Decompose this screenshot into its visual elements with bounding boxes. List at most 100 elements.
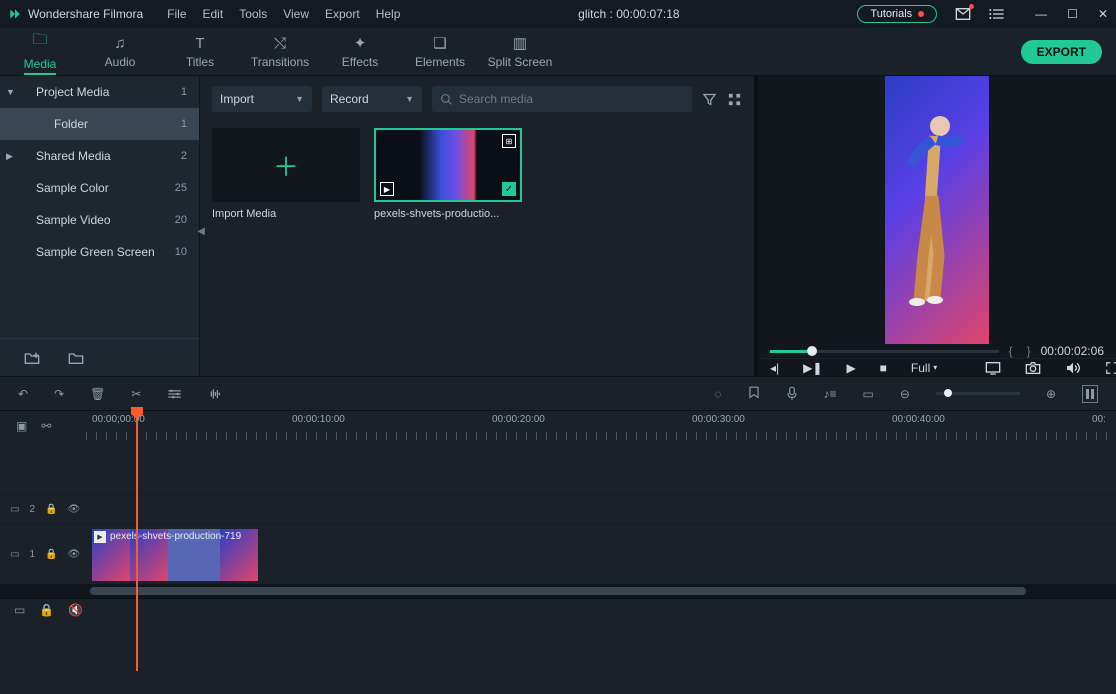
- tree-folder[interactable]: Folder1: [0, 108, 199, 140]
- play-pause-icon[interactable]: ▶❚: [803, 361, 822, 375]
- folder-icon: 🗀: [32, 29, 47, 54]
- tree-sample-color[interactable]: Sample Color25: [0, 172, 199, 204]
- fullscreen-icon[interactable]: [1105, 361, 1116, 375]
- waveform-icon[interactable]: [208, 387, 224, 401]
- step-back-icon[interactable]: ◂|: [770, 361, 779, 375]
- render-icon[interactable]: ◌: [714, 387, 721, 401]
- import-media-tile[interactable]: ＋ Import Media: [212, 128, 360, 220]
- tree-shared-media[interactable]: ▶Shared Media2: [0, 140, 199, 172]
- filmora-logo-icon: [8, 7, 22, 21]
- chevron-down-icon: ▼: [295, 94, 304, 104]
- quality-dropdown[interactable]: Full ▾: [911, 361, 937, 375]
- zoom-slider[interactable]: [936, 392, 1020, 395]
- zoom-in-icon[interactable]: ⊕: [1046, 387, 1056, 401]
- tab-audio[interactable]: ♫Audio: [80, 28, 160, 75]
- voiceover-icon[interactable]: [786, 386, 798, 401]
- mark-in-icon[interactable]: {: [1009, 344, 1013, 358]
- track-video-2[interactable]: ▭2🔒👁: [0, 494, 1116, 524]
- clip-expand-icon: ▶: [380, 182, 394, 196]
- menu-tools[interactable]: Tools: [239, 7, 267, 21]
- import-dropdown[interactable]: Import▼: [212, 86, 312, 112]
- link-icon[interactable]: ⚯: [41, 419, 51, 433]
- grid-view-icon[interactable]: [727, 92, 742, 107]
- cut-icon[interactable]: ✂: [131, 387, 141, 401]
- preview-scrubber[interactable]: [770, 350, 999, 353]
- text-icon: T: [195, 35, 204, 52]
- tab-effects[interactable]: ✦Effects: [320, 28, 400, 75]
- track-link-icon[interactable]: ▭: [14, 603, 25, 617]
- preview-timecode: 00:00:02:06: [1041, 344, 1104, 358]
- mute-icon[interactable]: 🔇: [68, 603, 83, 617]
- visibility-icon[interactable]: 👁: [67, 504, 80, 515]
- messages-icon[interactable]: [955, 7, 971, 21]
- chevron-down-icon: ▼: [405, 94, 414, 104]
- effects-icon: ✦: [354, 34, 367, 52]
- lock-icon[interactable]: 🔒: [39, 603, 54, 617]
- delete-icon[interactable]: 🗑: [90, 387, 105, 401]
- filter-icon[interactable]: [702, 92, 717, 107]
- tab-media[interactable]: 🗀Media: [0, 28, 80, 75]
- menu-file[interactable]: File: [167, 7, 186, 21]
- media-clip-tile[interactable]: ⊞ ▶ ✓ pexels-shvets-productio...: [374, 128, 522, 220]
- minimize-icon[interactable]: —: [1035, 7, 1047, 21]
- undo-icon[interactable]: ↶: [18, 387, 28, 401]
- redo-icon[interactable]: ↷: [54, 387, 64, 401]
- search-input[interactable]: [459, 92, 684, 106]
- visibility-icon[interactable]: 👁: [67, 549, 80, 560]
- clip-type-icon: ⊞: [502, 134, 516, 148]
- adjust-icon[interactable]: [167, 387, 182, 401]
- zoom-out-icon[interactable]: ⊖: [900, 387, 910, 401]
- search-input-wrap[interactable]: [432, 86, 692, 112]
- tab-titles[interactable]: TTitles: [160, 28, 240, 75]
- tree-sample-green[interactable]: Sample Green Screen10: [0, 236, 199, 268]
- timeline-pause-icon[interactable]: [1082, 385, 1098, 403]
- folder-icon[interactable]: [68, 351, 84, 365]
- app-title: Wondershare Filmora: [28, 7, 143, 21]
- track-link-icon[interactable]: ▭: [10, 549, 19, 560]
- music-icon: ♫: [114, 35, 125, 52]
- bottom-strip: ▭ 🔒 🔇: [0, 598, 1116, 620]
- track-link-icon[interactable]: ▭: [10, 504, 19, 515]
- timeline-toolbar: ↶ ↷ 🗑 ✂ ◌ ♪≡ ▭ ⊖ ⊕: [0, 376, 1116, 410]
- export-button[interactable]: EXPORT: [1021, 40, 1102, 64]
- crop-icon[interactable]: ▭: [863, 387, 874, 401]
- record-dropdown[interactable]: Record▼: [322, 86, 422, 112]
- timeline-options-icon[interactable]: ▣: [16, 419, 27, 433]
- task-list-icon[interactable]: [989, 7, 1005, 21]
- panel-collapse-icon[interactable]: ◀: [197, 226, 205, 237]
- menu-help[interactable]: Help: [376, 7, 401, 21]
- project-title: glitch : 00:00:07:18: [414, 7, 843, 21]
- maximize-icon[interactable]: ☐: [1067, 7, 1078, 21]
- display-icon[interactable]: [985, 361, 1001, 375]
- timeline-ruler-row: ▣ ⚯ 00:00;00:00 00:00:10:00 00:00:20:00 …: [0, 410, 1116, 440]
- tab-transitions[interactable]: ⤭Transitions: [240, 28, 320, 75]
- main-tabs: 🗀Media ♫Audio TTitles ⤭Transitions ✦Effe…: [0, 28, 1116, 76]
- tab-split-screen[interactable]: ▥Split Screen: [480, 28, 560, 75]
- menu-edit[interactable]: Edit: [203, 7, 224, 21]
- marker-icon[interactable]: [748, 386, 760, 401]
- top-menu: File Edit Tools View Export Help: [167, 7, 400, 21]
- timeline-ruler[interactable]: 00:00;00:00 00:00:10:00 00:00:20:00 00:0…: [86, 411, 1116, 440]
- timeline-scrollbar[interactable]: [0, 584, 1116, 598]
- lock-icon[interactable]: 🔒: [45, 549, 57, 560]
- timeline-clip[interactable]: ▶ pexels-shvets-production-719: [92, 529, 258, 581]
- audio-mixer-icon[interactable]: ♪≡: [824, 387, 837, 401]
- volume-icon[interactable]: [1065, 361, 1081, 375]
- new-folder-icon[interactable]: [24, 351, 40, 365]
- preview-viewport[interactable]: [758, 76, 1116, 344]
- close-icon[interactable]: ✕: [1098, 7, 1108, 21]
- menu-view[interactable]: View: [283, 7, 309, 21]
- menu-export[interactable]: Export: [325, 7, 360, 21]
- tab-elements[interactable]: ❏Elements: [400, 28, 480, 75]
- mark-out-icon[interactable]: }: [1027, 344, 1031, 358]
- tree-project-media[interactable]: ▼Project Media1: [0, 76, 199, 108]
- play-icon[interactable]: ▶: [846, 361, 855, 375]
- stop-icon[interactable]: ■: [880, 361, 887, 375]
- tree-sample-video[interactable]: Sample Video20: [0, 204, 199, 236]
- tutorials-button[interactable]: Tutorials: [857, 5, 937, 23]
- lock-icon[interactable]: 🔒: [45, 504, 57, 515]
- track-video-1[interactable]: ▭1🔒👁 ▶ pexels-shvets-production-719: [0, 524, 1116, 584]
- snapshot-icon[interactable]: [1025, 361, 1041, 375]
- playhead[interactable]: [136, 411, 138, 671]
- title-bar: Wondershare Filmora File Edit Tools View…: [0, 0, 1116, 28]
